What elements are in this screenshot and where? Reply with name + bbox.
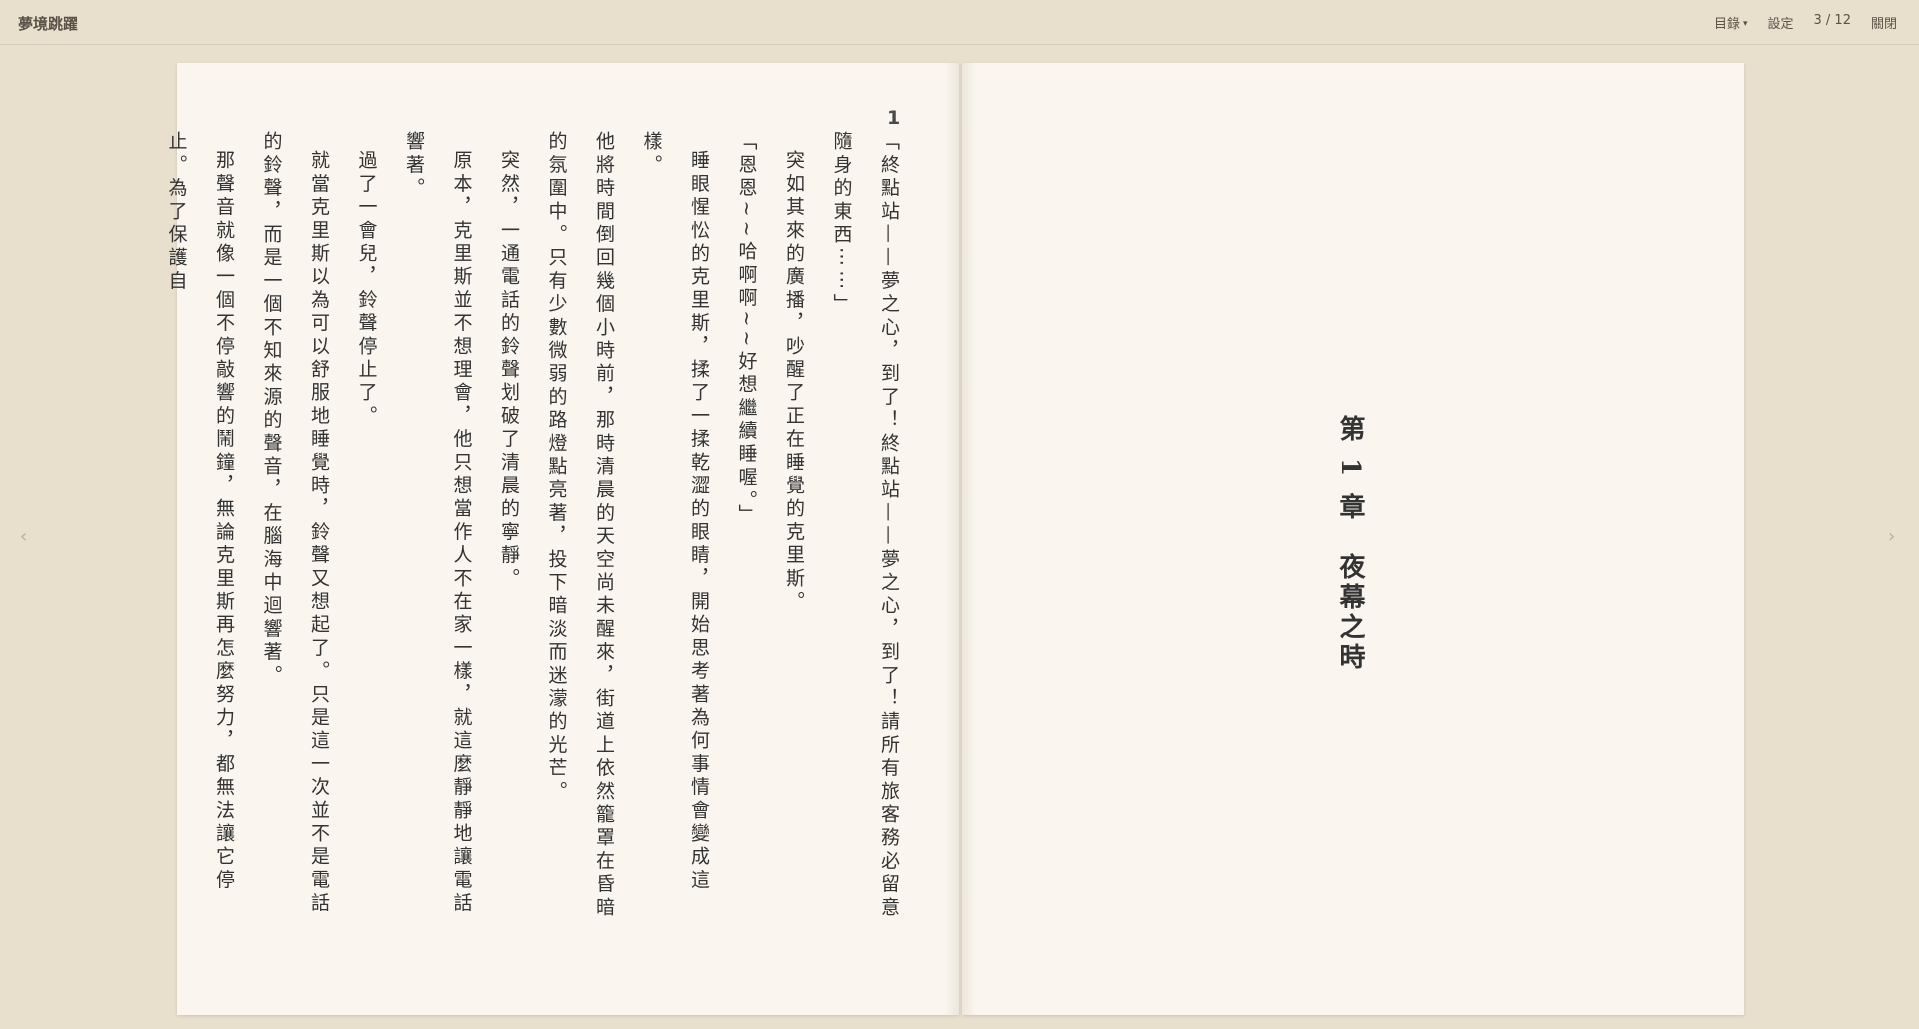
paragraph: 睡眼惺忪的克里斯，揉了一揉乾澀的眼睛，開始思考著為何事情會變成這樣。 [640,131,711,893]
close-button[interactable]: 關閉 [1871,13,1897,32]
paragraph: 他將時間倒回幾個小時前，那時清晨的天空尚未醒來，街道上依然籠罩在昏暗的氛圍中。只… [545,131,616,920]
paragraph: 就當克里斯以為可以舒服地睡覺時，鈴聲又想起了。只是這一次並不是電話的鈴聲，而是一… [260,131,331,916]
left-page: 1 「終點站——夢之心，到了！終點站——夢之心，到了！請所有旅客務必留意隨身的東… [166,63,959,1015]
chapter-title: 第 1 章 夜幕之時 [1335,415,1365,674]
paragraph: 那聲音就像一個不停敲響的鬧鐘，無論克里斯再怎麼努力，都無法讓它停止。為了保護自 [165,131,236,893]
paragraph: 突然，一通電話的鈴聲划破了清晨的寧靜。 [498,150,520,591]
settings-button[interactable]: 設定 [1768,13,1794,32]
paragraph: 原本，克里斯並不想理會，他只想當作人不在家一樣，就這麼靜靜地讓電話響著。 [403,131,473,916]
page-indicator: 3 / 12 [1813,13,1851,28]
paragraph: 「恩恩∼∼哈啊啊∼∼好想繼續睡喔。」 [735,131,758,527]
dropdown-caret-icon: ▾ [1742,19,1748,29]
page-number: 1 [887,107,901,129]
app-title: 夢境跳躍 [18,15,79,33]
prev-page-icon[interactable]: ‹ [20,526,27,547]
paragraph: 突如其來的廣播，吵醒了正在睡覺的克里斯。 [783,150,805,614]
paragraph: 過了一會兒，鈴聲停止了。 [355,150,378,429]
toolbar-actions: 目錄 ▾ 設定 3 / 12 關閉 [1714,13,1897,32]
book-spread: 1 「終點站——夢之心，到了！終點站——夢之心，到了！請所有旅客務必留意隨身的東… [166,63,1744,1015]
next-page-icon[interactable]: › [1888,526,1895,547]
paragraph: 「終點站——夢之心，到了！終點站——夢之心，到了！請所有旅客務必留意隨身的東西⋯… [830,131,901,920]
toc-button[interactable]: 目錄 ▾ [1714,13,1748,32]
toc-label: 目錄 [1713,17,1740,32]
top-bar: 夢境跳躍 目錄 ▾ 設定 3 / 12 關閉 [0,0,1919,45]
right-page: 第 1 章 夜幕之時 [962,63,1744,1015]
page-text: 「終點站——夢之心，到了！終點站——夢之心，到了！請所有旅客務必留意隨身的東西⋯… [166,131,912,931]
